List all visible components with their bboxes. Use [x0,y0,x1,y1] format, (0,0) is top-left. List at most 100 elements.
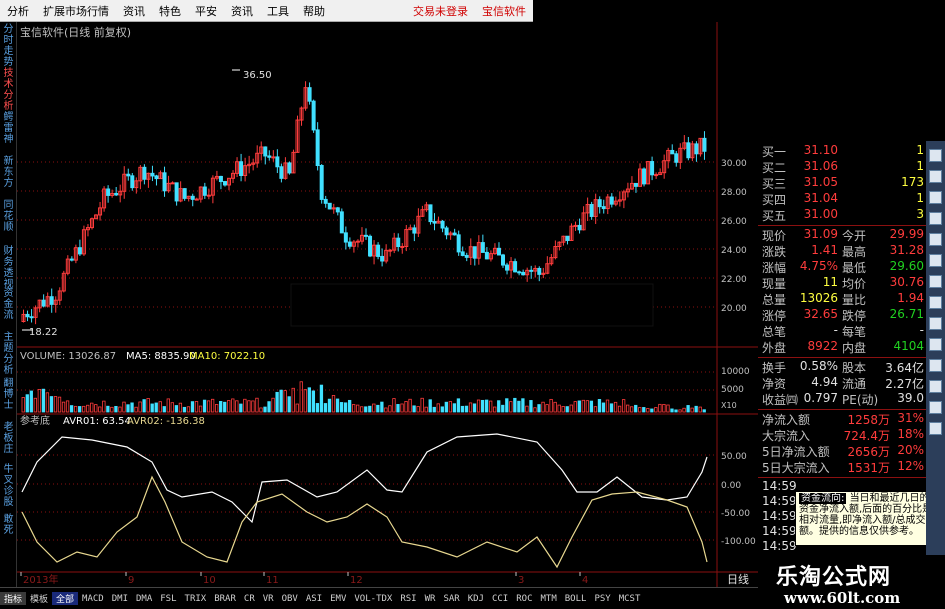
indicator-tab-3[interactable]: MACD [78,594,108,604]
left-tab-1[interactable]: 技术分析 [1,68,16,112]
quote-label: 涨跌 [762,245,787,259]
left-tab-5[interactable]: 财务透视 [1,246,16,290]
bid-row-1[interactable]: 买二 31.06 1 [758,159,926,175]
indicator-tab-19[interactable]: CCI [488,594,512,604]
indicator-tab-18[interactable]: KDJ [464,594,488,604]
indicator-tab-24[interactable]: MCST [615,594,645,604]
left-tab-6[interactable]: 资金流 [1,288,16,321]
candle-body [601,206,606,210]
volume-bar [472,403,477,413]
indicator-tab-16[interactable]: WR [421,594,440,604]
left-tab-11[interactable]: 敢死 [1,514,16,536]
bid-row-3[interactable]: 买四 31.04 1 [758,191,926,207]
candle-body [565,235,570,241]
indicator-tab-1[interactable]: 模板 [26,592,52,605]
indicator-tab-12[interactable]: ASI [302,594,326,604]
left-tab-9[interactable]: 老板庄 [1,422,16,455]
fund-value: 0.58% [799,359,838,373]
fund-flow-row-0[interactable]: 净流入额 1258万 31% [758,411,926,427]
indicator-tab-22[interactable]: BOLL [561,594,591,604]
indicator-tab-2[interactable]: 全部 [52,592,79,605]
candle-body [339,211,344,234]
fund-flow-row-1[interactable]: 大宗流入 724.4万 18% [758,427,926,443]
indicator-tab-6[interactable]: FSL [156,594,180,604]
quote-label2: 今开 [842,229,867,243]
menu-item-6[interactable]: 工具 [260,3,296,19]
rs-icon[interactable] [929,338,942,351]
panel-divider-3 [758,409,926,410]
fund-flow-row-3[interactable]: 5日大宗流入 1531万 12% [758,459,926,475]
bid-row-0[interactable]: 买一 31.10 1 [758,143,926,159]
bars-icon[interactable] [929,359,942,372]
tools-icon[interactable] [929,401,942,414]
indicator-tab-14[interactable]: VOL-TDX [350,594,396,604]
candle-body [130,175,135,189]
day-period-label[interactable]: 日线 [727,571,749,587]
left-tab-2[interactable]: 鳄雷神 [1,112,16,145]
menu-item-2[interactable]: 资讯 [116,3,152,19]
alert-icon[interactable] [929,380,942,393]
menu-item-7[interactable]: 帮助 [296,3,332,19]
bid-row-4[interactable]: 买五 31.00 3 [758,207,926,223]
bid-label: 买二 [762,161,787,175]
indicator-tab-8[interactable]: BRAR [210,594,240,604]
indicator-tab-20[interactable]: ROC [512,594,536,604]
volume-bar [323,403,328,413]
indicator-tick-1: 0.00 [721,481,741,491]
f10-icon[interactable] [929,275,942,288]
high-price-label: 36.50 [243,70,272,81]
fx-icon[interactable] [929,170,942,183]
volume-bar [110,406,114,413]
kline-chart[interactable]: 30.0028.0026.0024.0022.0020.0036.5018.22… [17,22,758,587]
menu-item-0[interactable]: 分析 [0,3,36,19]
menu-item-3[interactable]: 特色 [152,3,188,19]
menu-item-1[interactable]: 扩展市场行情 [36,3,116,19]
plus-icon[interactable] [929,149,942,162]
volume-bar [231,398,235,413]
fo-icon[interactable] [929,212,942,225]
volume-bar [223,401,227,413]
indicator-tick-3: -100.00 [721,537,756,547]
left-tab-10[interactable]: 牛叉诊股 [1,464,16,508]
volume-bar [114,405,118,413]
indicator-tab-15[interactable]: RSI [396,594,420,604]
indicator-tab-9[interactable]: CR [240,594,259,604]
indicator-tab-0[interactable]: 指标 [0,592,27,605]
fundamental-row-0: 换手 0.58% 股本 3.64亿 [758,359,926,375]
chart-icon[interactable] [929,191,942,204]
indicator-tab-11[interactable]: OBV [278,594,302,604]
brand-link[interactable]: 宝信软件 [475,3,533,19]
volume-bar [182,406,187,413]
candle-body [154,175,159,180]
indicator-tab-21[interactable]: MTM [537,594,561,604]
volume-bar [339,402,344,413]
candle-body [69,258,74,261]
grid-icon[interactable] [929,254,942,267]
indicator-tab-13[interactable]: EMV [326,594,350,604]
price-tick-3: 24.00 [721,246,747,256]
list-icon[interactable] [929,233,942,246]
fundamental-row-1: 净资 4.94 流通 2.27亿 [758,375,926,391]
indicator-tab-bar: 指标 模板 全部 MACD DMI DMA FSL TRIX BRAR CR VR OBV ASI EMV… [0,587,758,609]
left-tab-3[interactable]: 新东方 [1,156,16,189]
indicator-tab-17[interactable]: SAR [439,594,463,604]
bid-row-2[interactable]: 买三 31.05 173 [758,175,926,191]
indicator-tab-5[interactable]: DMA [132,594,156,604]
indicator-tab-10[interactable]: VR [259,594,278,604]
indicator-tab-23[interactable]: PSY [590,594,614,604]
menu-item-5[interactable]: 资讯 [224,3,260,19]
menu-item-4[interactable]: 平安 [188,3,224,19]
volume-bar [476,399,481,413]
fund-flow-row-2[interactable]: 5日净流入额 2656万 20% [758,443,926,459]
indicator-tab-7[interactable]: TRIX [181,594,211,604]
info-icon[interactable] [929,422,942,435]
trend-icon[interactable] [929,317,942,330]
left-tab-0[interactable]: 分时走势 [1,24,16,68]
left-tab-7[interactable]: 主题分析 [1,332,16,376]
left-tab-8[interactable]: 翻博士 [1,378,16,411]
news-icon[interactable] [929,296,942,309]
login-status[interactable]: 交易未登录 [406,3,475,19]
indicator-tab-4[interactable]: DMI [108,594,132,604]
volume-bar [654,407,658,413]
left-tab-4[interactable]: 同花顺 [1,200,16,233]
